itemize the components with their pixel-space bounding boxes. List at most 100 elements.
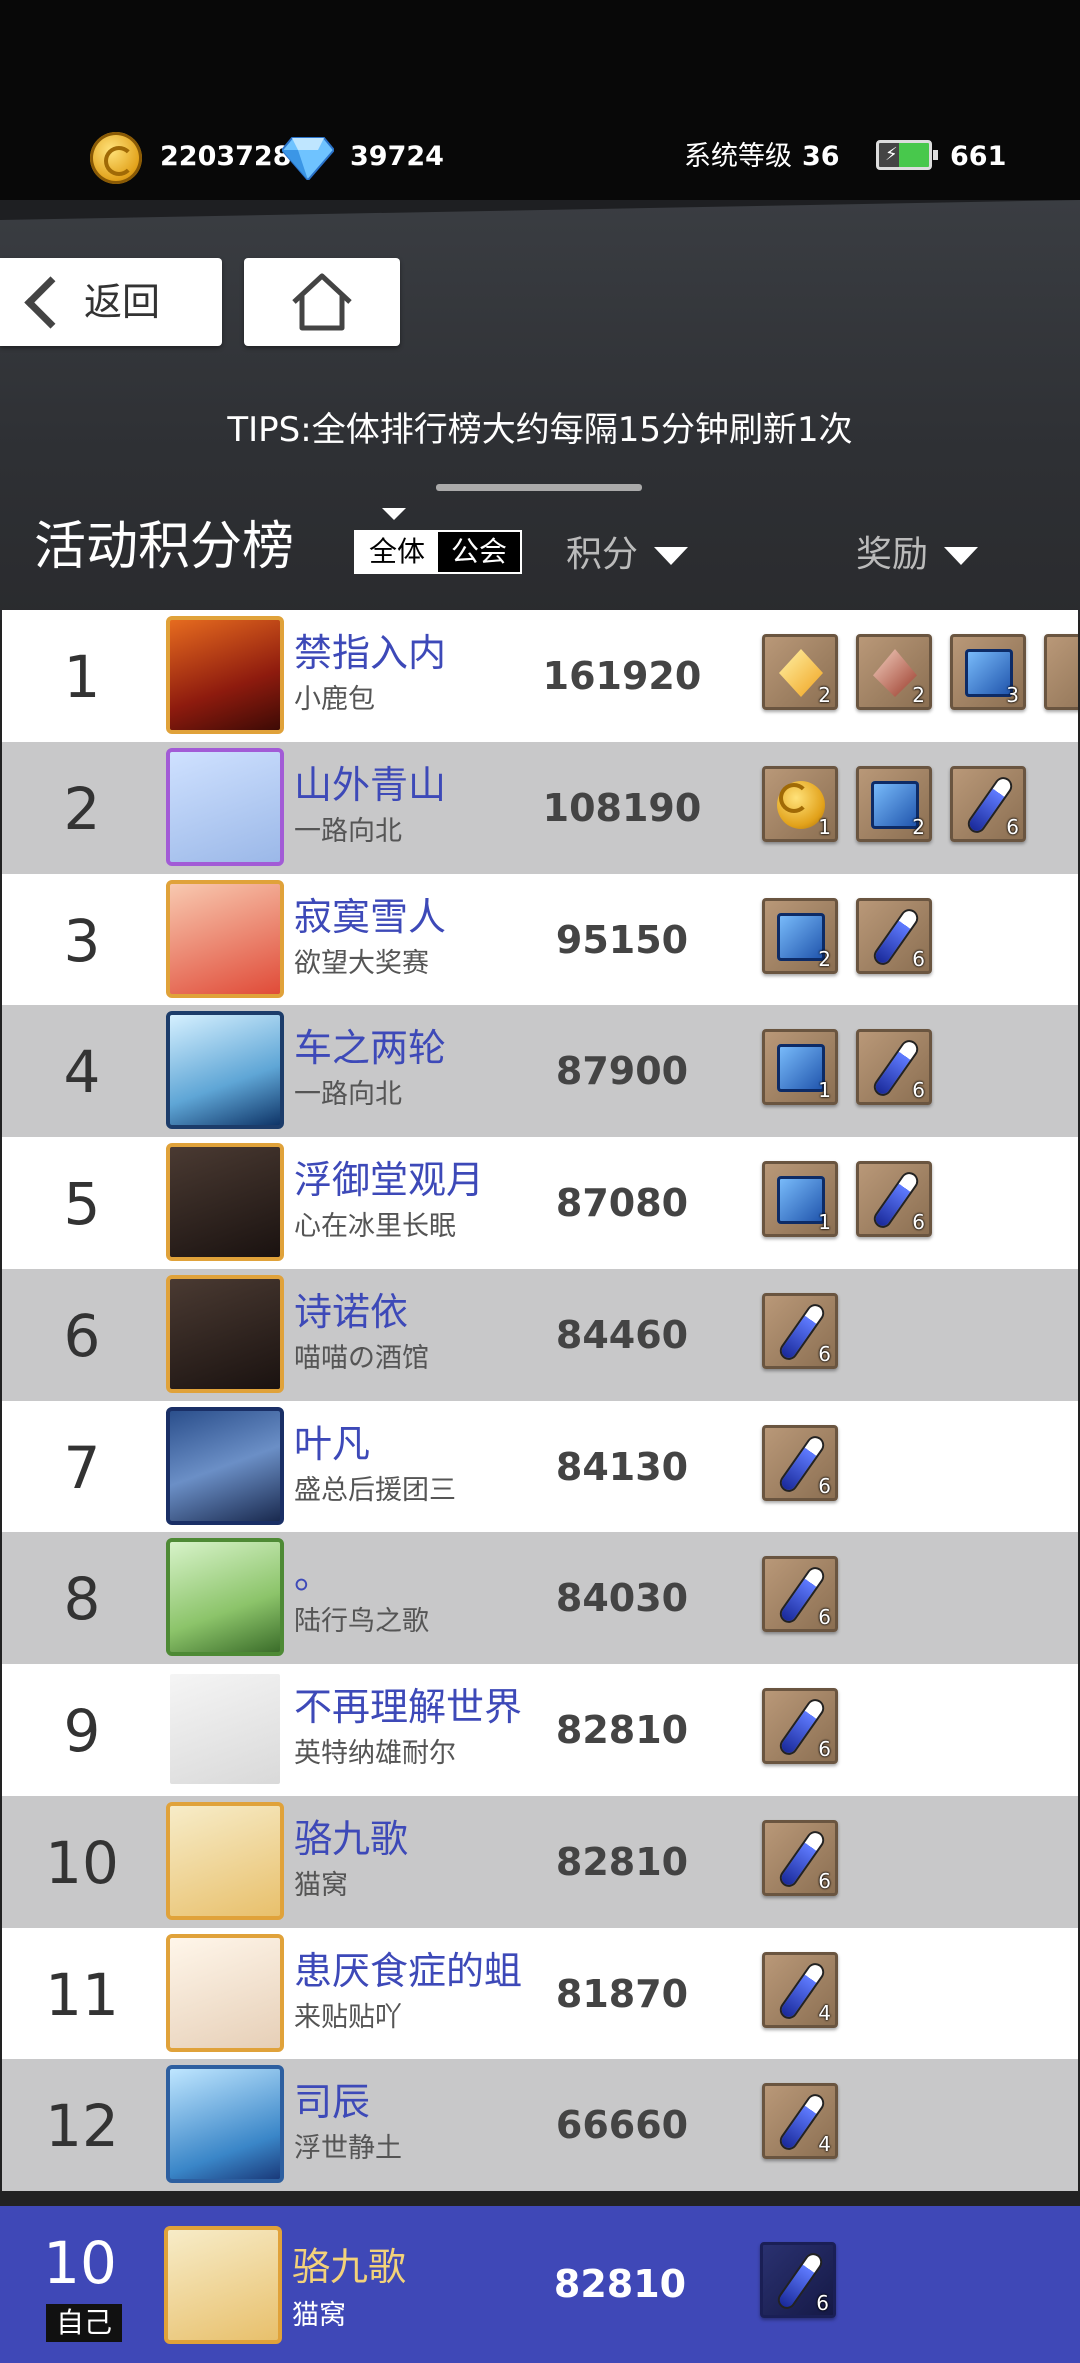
self-rank: 10 [43, 2229, 117, 2297]
reward-count: 2 [912, 683, 925, 707]
score: 82810 [553, 2262, 687, 2306]
reward-count: 6 [912, 1078, 925, 1102]
score: 82810 [555, 1840, 689, 1884]
player-name[interactable]: 。 [294, 1550, 332, 1600]
reward-count: 6 [818, 1737, 831, 1761]
reward-item-vial-icon[interactable]: 6 [762, 1688, 838, 1764]
home-icon [292, 273, 352, 331]
table-row[interactable]: 6 诗诺依 喵喵の酒馆 84460 6 [2, 1269, 1078, 1401]
reward-item-vial-icon[interactable]: 4 [762, 2083, 838, 2159]
avatar[interactable] [166, 1407, 284, 1525]
rank-number: 6 [63, 1302, 101, 1370]
table-row[interactable]: 5 浮御堂观月 心在冰里长眠 87080 1 6 [2, 1137, 1078, 1269]
table-row[interactable]: 1 禁指入内 小鹿包 161920 2 2 3 [2, 610, 1078, 742]
player-name[interactable]: 叶凡 [294, 1419, 370, 1469]
red-icon [873, 649, 917, 697]
player-name[interactable]: 禁指入内 [294, 628, 446, 678]
board-title: 活动积分榜 [34, 517, 295, 577]
reward-item-coin-icon[interactable]: 1 [762, 766, 838, 842]
reward-count: 6 [1006, 815, 1019, 839]
reward-item-book-icon[interactable]: 1 [762, 1029, 838, 1105]
guild-name: 一路向北 [294, 1079, 402, 1110]
reward-item-book-icon[interactable]: 1 [762, 1161, 838, 1237]
reward-item-gold-icon[interactable]: 2 [762, 634, 838, 710]
guild-name: 来贴贴吖 [294, 2002, 402, 2033]
level-value: 36 [802, 141, 840, 172]
reward-item-vial-icon[interactable]: 6 [760, 2242, 836, 2318]
player-name[interactable]: 山外青山 [294, 760, 446, 810]
reward-item-vial-icon[interactable]: 6 [762, 1293, 838, 1369]
reward-item-vial-icon[interactable]: 6 [856, 1029, 932, 1105]
avatar[interactable] [166, 1011, 284, 1129]
table-row[interactable]: 12 司辰 浮世静土 66660 4 [2, 2059, 1078, 2191]
tab-all[interactable]: 全体 [356, 532, 438, 572]
avatar[interactable] [166, 1802, 284, 1920]
avatar[interactable] [166, 748, 284, 866]
avatar[interactable] [164, 2226, 282, 2344]
player-name[interactable]: 司辰 [294, 2077, 370, 2127]
reward-item-book-icon[interactable]: 3 [950, 634, 1026, 710]
player-name[interactable]: 骆九歌 [294, 1814, 408, 1864]
home-button[interactable] [244, 258, 400, 346]
player-name[interactable]: 寂寞雪人 [294, 892, 446, 942]
scope-toggle[interactable]: 全体 公会 [354, 530, 522, 574]
score: 161920 [542, 654, 702, 698]
avatar[interactable] [166, 1143, 284, 1261]
table-row[interactable]: 2 山外青山 一路向北 108190 1 2 6 [2, 742, 1078, 874]
player-name[interactable]: 浮御堂观月 [294, 1155, 484, 1205]
player-name[interactable]: 患厌食症的蛆 [294, 1946, 522, 1996]
score: 87900 [555, 1049, 689, 1093]
avatar[interactable] [166, 1538, 284, 1656]
table-row[interactable]: 11 患厌食症的蛆 来贴贴吖 81870 4 [2, 1928, 1078, 2060]
guild-name: 盛总后援团三 [294, 1475, 456, 1506]
guild-name: 猫窝 [294, 1870, 348, 1901]
rank-number: 4 [63, 1038, 101, 1106]
table-row[interactable]: 7 叶凡 盛总后援团三 84130 6 [2, 1401, 1078, 1533]
reward-item-vial-icon[interactable]: 6 [762, 1556, 838, 1632]
rank-number: 11 [45, 1961, 119, 2029]
drag-handle[interactable] [436, 484, 642, 491]
back-button[interactable]: 返回 [0, 258, 222, 346]
avatar[interactable] [166, 616, 284, 734]
reward-count: 4 [818, 2132, 831, 2156]
table-row[interactable]: 9 不再理解世界 英特纳雄耐尔 82810 6 [2, 1664, 1078, 1796]
reward-item-vial-icon[interactable]: 6 [856, 898, 932, 974]
avatar[interactable] [166, 1670, 284, 1788]
player-name[interactable]: 不再理解世界 [294, 1682, 522, 1732]
reward-item-book-icon[interactable]: 2 [762, 898, 838, 974]
avatar[interactable] [166, 1275, 284, 1393]
level-label: 系统等级 [684, 141, 792, 172]
reward-count: 1 [818, 1078, 831, 1102]
reward-item-red-icon[interactable]: 2 [856, 634, 932, 710]
ranking-list[interactable]: 1 禁指入内 小鹿包 161920 2 2 3 2 山外青山 一路向北 108190 1 2 6 3 寂寞雪人… [2, 610, 1078, 2206]
player-name[interactable]: 车之两轮 [294, 1023, 446, 1073]
table-row[interactable]: 3 寂寞雪人 欲望大奖赛 95150 2 6 [2, 874, 1078, 1006]
table-row[interactable]: 10 骆九歌 猫窝 82810 6 [2, 1796, 1078, 1928]
reward-count: 2 [818, 683, 831, 707]
reward-item-vial-icon[interactable]: 6 [856, 1161, 932, 1237]
table-row[interactable]: 4 车之两轮一路向北 87900 1 6 [2, 1005, 1078, 1137]
gold-icon [779, 649, 823, 697]
reward-item-vial-icon[interactable]: 4 [762, 1952, 838, 2028]
score: 82810 [555, 1708, 689, 1752]
score: 84460 [555, 1313, 689, 1357]
reward-item-more-icon[interactable] [1044, 634, 1078, 710]
reward-sort-button[interactable]: 奖励 [856, 522, 979, 588]
avatar[interactable] [166, 1934, 284, 2052]
diamond-icon [282, 137, 334, 180]
player-name[interactable]: 诗诺依 [294, 1287, 408, 1337]
self-rank-row[interactable]: 10 自己 骆九歌 猫窝 82810 6 [0, 2206, 1080, 2363]
reward-count: 6 [818, 1605, 831, 1629]
reward-item-vial-icon[interactable]: 6 [762, 1425, 838, 1501]
reward-count: 1 [818, 1210, 831, 1234]
score-sort-button[interactable]: 积分 [566, 522, 689, 588]
reward-item-vial-icon[interactable]: 6 [762, 1820, 838, 1896]
reward-item-vial-icon[interactable]: 6 [950, 766, 1026, 842]
table-row[interactable]: 8 。陆行鸟之歌 84030 6 [2, 1532, 1078, 1664]
reward-item-book-icon[interactable]: 2 [856, 766, 932, 842]
stamina-value: 661 [950, 141, 1007, 172]
avatar[interactable] [166, 2065, 284, 2183]
guild-name: 心在冰里长眠 [294, 1211, 456, 1242]
tab-guild[interactable]: 公会 [438, 532, 520, 572]
avatar[interactable] [166, 880, 284, 998]
